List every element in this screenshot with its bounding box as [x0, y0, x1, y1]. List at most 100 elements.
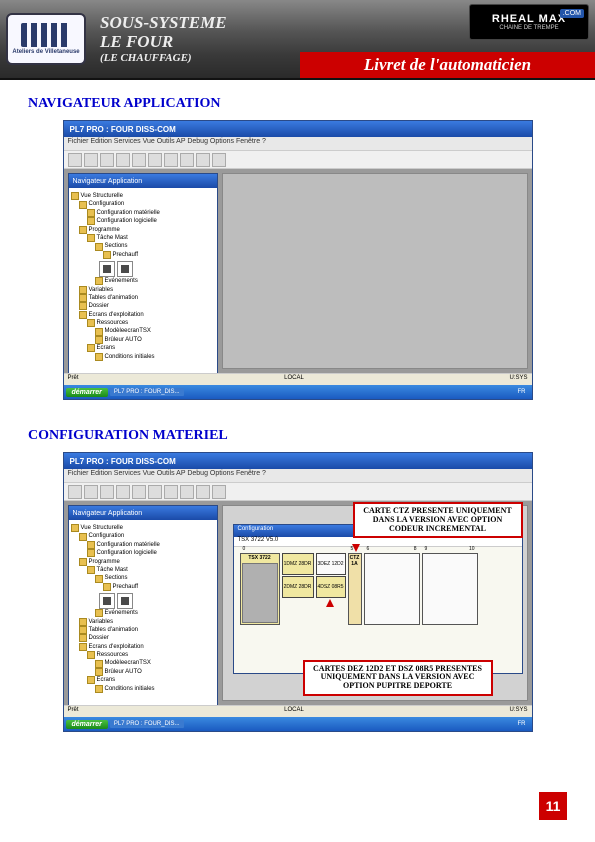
tree-item: Configuration [71, 200, 215, 208]
rack-slot-dmz-2: 2 DMZ 28DR [282, 576, 314, 598]
tree-item: Brûleur AUTO [71, 668, 215, 676]
section-title-nav-app: NAVIGATEUR APPLICATION [28, 96, 567, 112]
tree-item-label: Programme [89, 226, 120, 234]
tree-item-label: Variables [89, 286, 114, 294]
status-right: U:SYS [509, 707, 527, 716]
toolbar-button [212, 153, 226, 167]
config-rack-label: TSX 3722 V5.0 [234, 537, 522, 547]
tree-item: Configuration matérielle [71, 541, 215, 549]
tree-item: ModèleecranTSX [71, 659, 215, 667]
folder-icon [95, 660, 103, 668]
tree-item-label: Sections [105, 574, 128, 582]
folder-icon [95, 575, 103, 583]
folder-icon [87, 319, 95, 327]
taskbar-tray: FR [518, 389, 530, 395]
taskbar-start-button: démarrer [66, 720, 108, 729]
toolbar-button [132, 153, 146, 167]
nav-panel: Navigateur Application Vue StructurelleC… [68, 173, 218, 377]
folder-icon [79, 226, 87, 234]
tree-item-label: Tâche Mast [97, 566, 128, 574]
tree-item-label: Tables d'animation [89, 626, 139, 634]
tree-item: Ressources [71, 651, 215, 659]
folder-icon [79, 533, 87, 541]
rack-slot-dmz-1: 1 DMZ 28DR [282, 553, 314, 575]
toolbar-button [180, 485, 194, 499]
slot-index: 9 [425, 546, 428, 552]
app-titlebar: PL7 PRO : FOUR DISS-COM [64, 453, 532, 469]
tree-item: Configuration logicielle [71, 549, 215, 557]
status-mid: LOCAL [284, 375, 304, 384]
toolbar-button [100, 153, 114, 167]
app-taskbar: démarrer PL7 PRO : FOUR_DIS... FR [64, 717, 532, 731]
page-header: Ateliers de Villetaneuse SOUS-SYSTEME LE… [0, 0, 595, 80]
toolbar-button [100, 485, 114, 499]
tree-item: Programme [71, 226, 215, 234]
toolbar-button [164, 485, 178, 499]
nav-tree: Vue StructurelleConfiguration Configurati… [69, 188, 217, 376]
toolbar-button [84, 153, 98, 167]
toolbar-button [148, 485, 162, 499]
folder-icon [87, 344, 95, 352]
tree-item: Configuration logicielle [71, 217, 215, 225]
tree-item-label: Prechauff [113, 251, 139, 259]
taskbar-task: PL7 PRO : FOUR_DIS... [110, 388, 184, 396]
nav-tree: Vue StructurelleConfigurationConfigurati… [69, 520, 217, 708]
tree-item-label: Configuration [89, 532, 125, 540]
tree-item-label: ModèleecranTSX [105, 327, 151, 335]
tree-item-label: Ecrans d'exploitation [89, 311, 144, 319]
tree-item: Vue Structurelle [71, 192, 215, 200]
tree-item: Evénements [71, 277, 215, 285]
tree-item-label: Ecrans [97, 676, 116, 684]
tree-item-label: Ecrans [97, 344, 116, 352]
page-content: NAVIGATEUR APPLICATION PL7 PRO : FOUR DI… [0, 80, 595, 732]
folder-icon [79, 201, 87, 209]
folder-icon [71, 192, 79, 200]
tree-item: Configuration [71, 532, 215, 540]
rack-slot-empty-1: 6 8 [364, 553, 420, 625]
folder-icon [103, 583, 111, 591]
rack-slot-dez: 3 DEZ 12D2 [316, 553, 346, 575]
folder-icon [79, 286, 87, 294]
tree-item-label: ModèleecranTSX [105, 659, 151, 667]
tree-item: Ecrans [71, 344, 215, 352]
page-number: 11 [539, 792, 567, 820]
nav-panel: Navigateur Application Vue StructurelleC… [68, 505, 218, 709]
slot-label: DEZ 12D2 [320, 561, 343, 567]
folder-icon [87, 549, 95, 557]
tree-item-label: Ressources [97, 651, 129, 659]
folder-icon [95, 685, 103, 693]
app-body: Navigateur Application Vue StructurelleC… [64, 501, 532, 705]
tree-item: Evénements [71, 609, 215, 617]
folder-icon [79, 618, 87, 626]
folder-icon [79, 634, 87, 642]
folder-icon [95, 328, 103, 336]
tree-item-label: Conditions initiales [105, 353, 155, 361]
tree-item-label: Sections [105, 242, 128, 250]
toolbar-button [68, 153, 82, 167]
header-brand-badge: .COM RHEAL MAX CHAINE DE TREMPE [469, 4, 589, 40]
tree-item: Sections [71, 574, 215, 582]
tree-item: Prechauff [71, 251, 215, 259]
nav-panel-title: Navigateur Application [69, 506, 217, 520]
tree-item: Brûleur AUTO [71, 336, 215, 344]
slot-label: CTZ 1A [350, 555, 360, 567]
app-body: Navigateur Application Vue StructurelleC… [64, 169, 532, 373]
slot-index: 8 [414, 546, 417, 552]
tree-item: Tâche Mast [71, 234, 215, 242]
folder-icon [79, 311, 87, 319]
toolbar-button [84, 485, 98, 499]
tree-item: Programme [71, 558, 215, 566]
tree-item: Variables [71, 286, 215, 294]
tree-item-label: Brûleur AUTO [105, 668, 142, 676]
tree-item: Ecrans [71, 676, 215, 684]
slot-label: DMZ 28DR [286, 561, 311, 567]
app-canvas-config: CARTE CTZ PRESENTE UNIQUEMENT DANS LA VE… [222, 505, 528, 701]
tree-item-label: Prechauff [113, 583, 139, 591]
tree-item-label: Configuration logicielle [97, 217, 157, 225]
status-mid: LOCAL [284, 707, 304, 716]
callout-ctz: CARTE CTZ PRESENTE UNIQUEMENT DANS LA VE… [353, 502, 523, 538]
tree-item: Sections [71, 242, 215, 250]
tree-thumbnails [99, 593, 215, 609]
plc-rack: 0 TSX 3722 1 DMZ 28DR 2 [234, 547, 522, 631]
app-menubar: Fichier Edition Services Vue Outils AP D… [64, 469, 532, 483]
